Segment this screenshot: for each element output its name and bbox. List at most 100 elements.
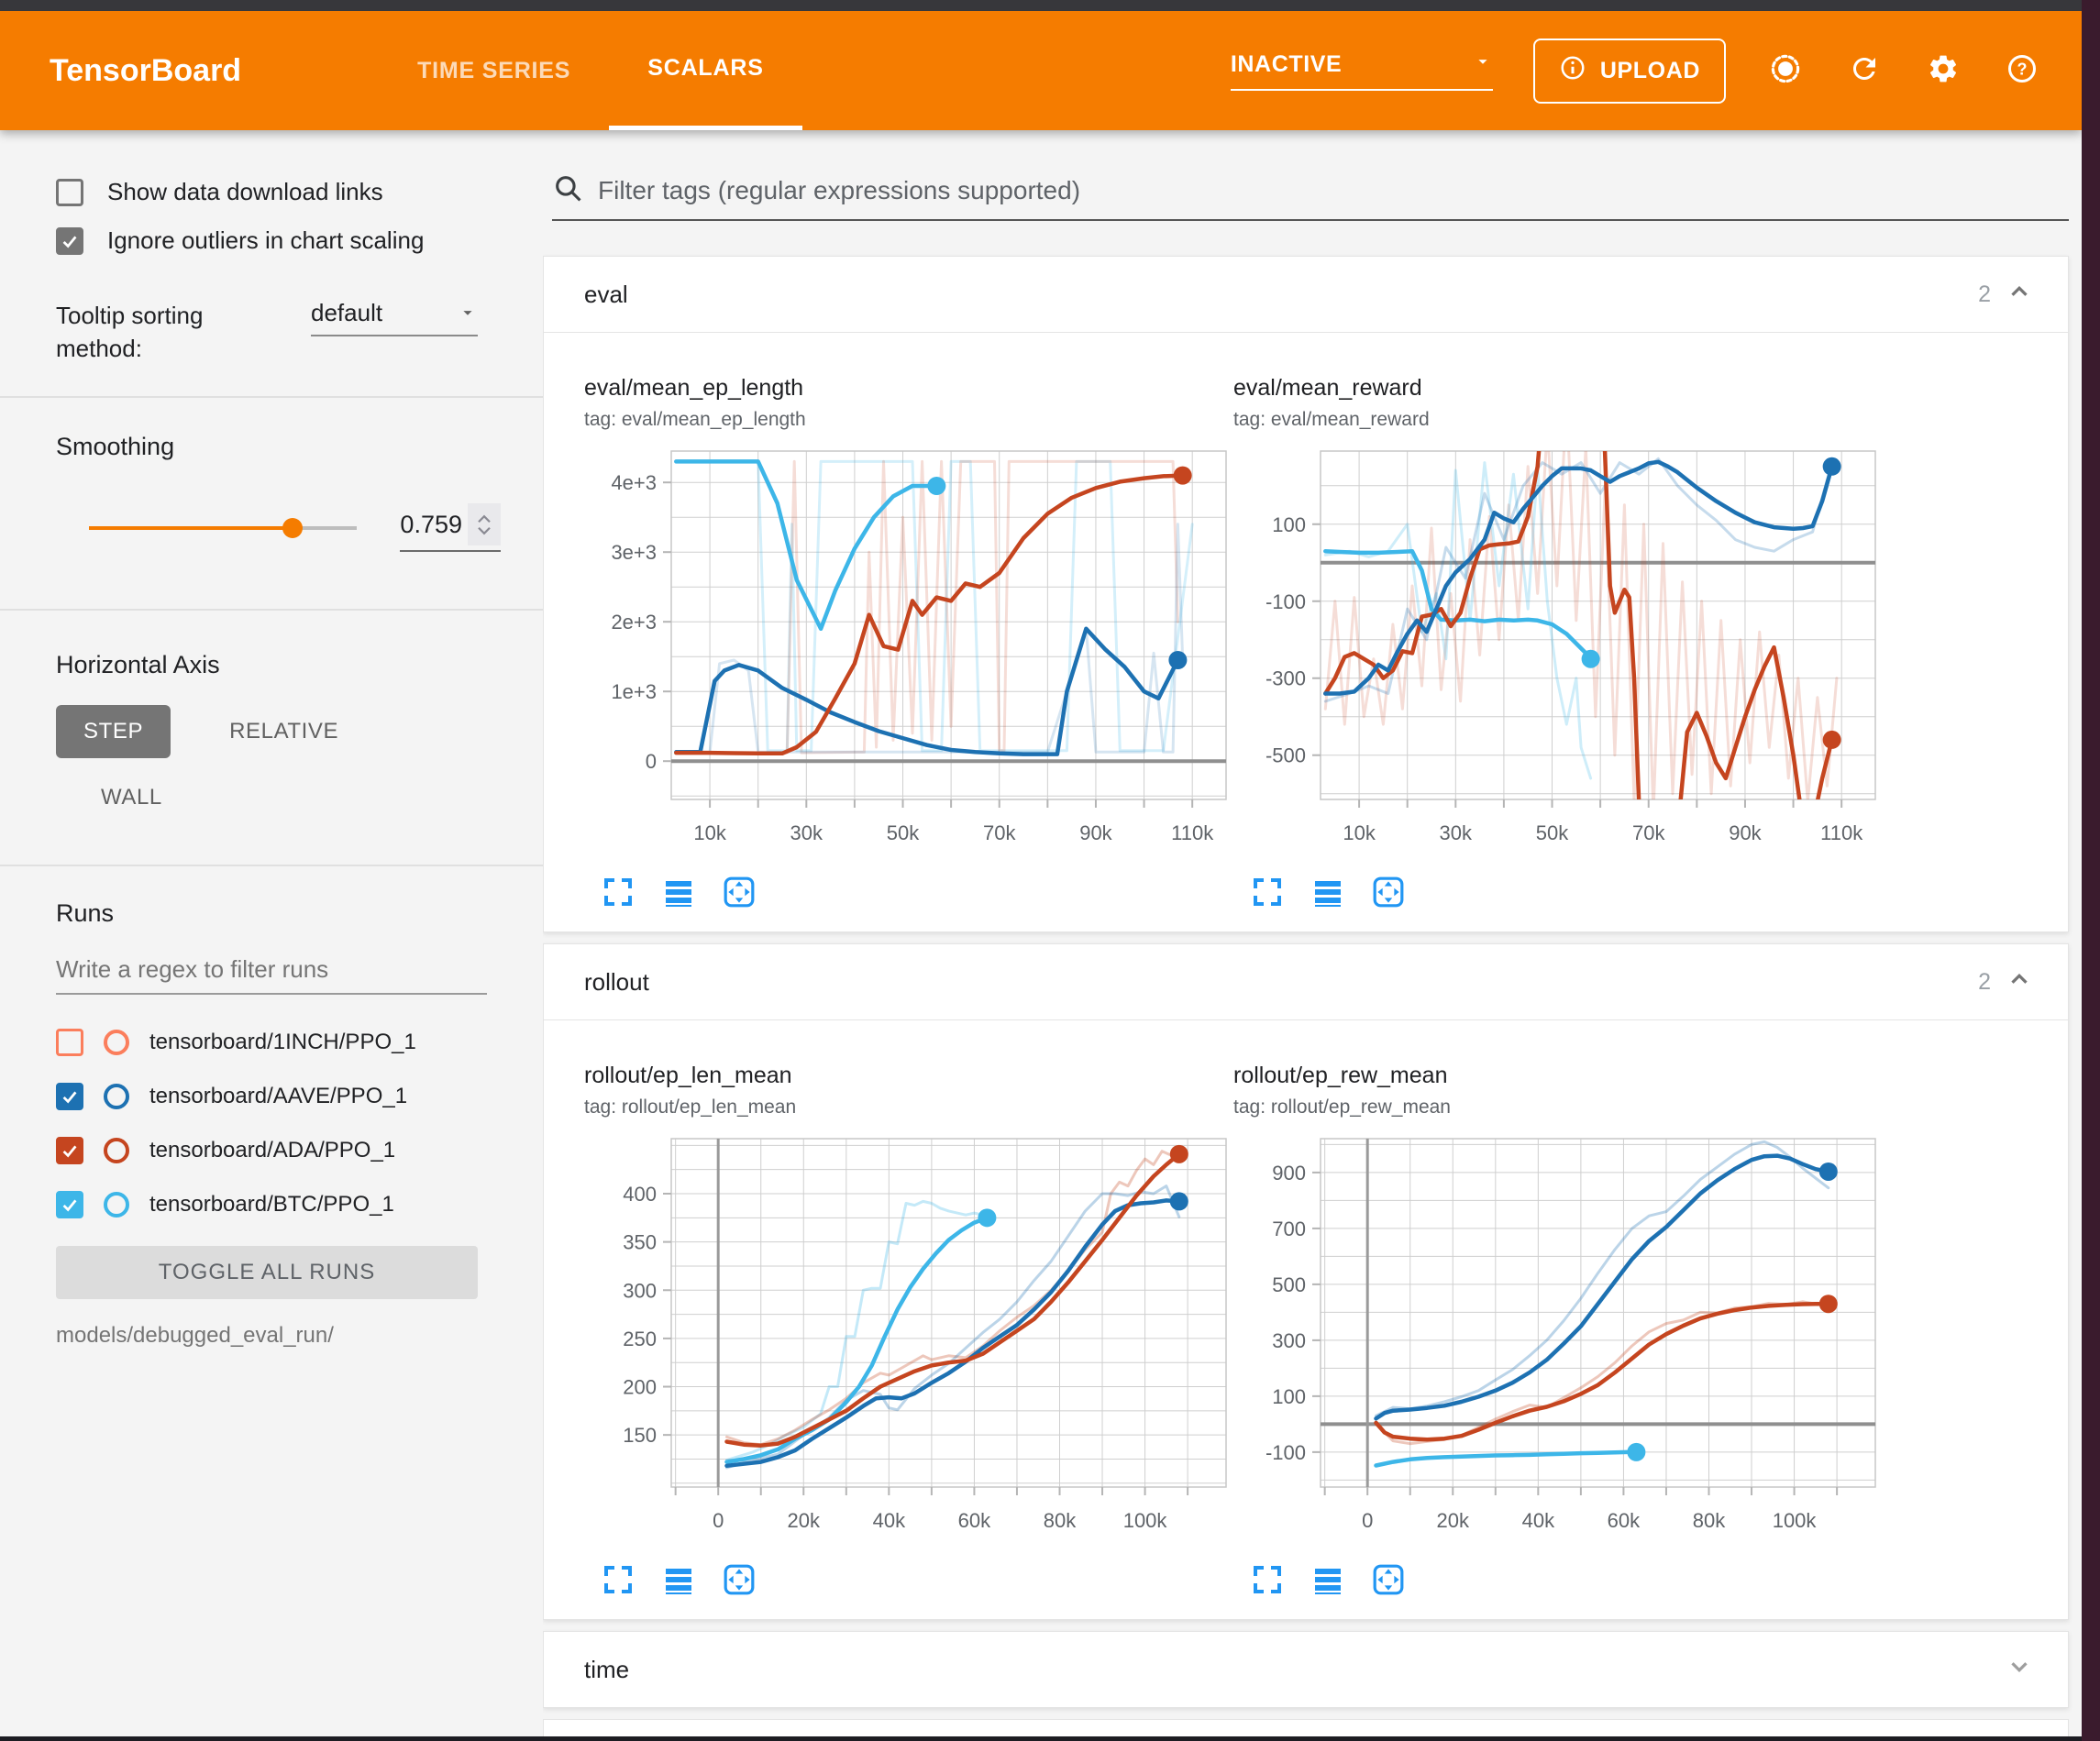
axis-step-button[interactable]: STEP bbox=[56, 705, 171, 758]
full-width-button[interactable] bbox=[661, 875, 696, 909]
runs-filter-input[interactable] bbox=[56, 955, 487, 995]
svg-text:0: 0 bbox=[1362, 1509, 1373, 1532]
chart-title: rollout/ep_len_mean bbox=[584, 1063, 1233, 1089]
svg-text:0: 0 bbox=[646, 750, 657, 773]
svg-text:40k: 40k bbox=[873, 1509, 906, 1532]
chart-rollout-ep-rew-mean: rollout/ep_rew_mean tag: rollout/ep_rew_… bbox=[1233, 1063, 1883, 1597]
smoothing-slider[interactable] bbox=[89, 526, 357, 530]
fit-domain-button[interactable] bbox=[1371, 1562, 1406, 1597]
fit-domain-button[interactable] bbox=[722, 1562, 757, 1597]
tag-filter-input[interactable] bbox=[596, 175, 2069, 206]
expand-card-button[interactable] bbox=[1250, 875, 1285, 909]
full-width-button[interactable] bbox=[1310, 875, 1345, 909]
svg-text:80k: 80k bbox=[1044, 1509, 1077, 1532]
run-checkbox[interactable] bbox=[56, 1083, 83, 1110]
tag-filter-bar bbox=[552, 172, 2069, 221]
chart-plot-area[interactable]: 020k40k60k80k100k150200250300350400 bbox=[584, 1129, 1233, 1560]
svg-text:300: 300 bbox=[1272, 1329, 1306, 1352]
experiment-status-dropdown[interactable]: INACTIVE bbox=[1231, 51, 1493, 91]
run-name: tensorboard/1INCH/PPO_1 bbox=[149, 1030, 416, 1055]
expand-card-button[interactable] bbox=[1250, 1562, 1285, 1597]
help-button[interactable]: ? bbox=[2003, 51, 2041, 90]
sidebar-divider bbox=[0, 396, 543, 398]
run-checkbox[interactable] bbox=[56, 1191, 83, 1218]
chart-toolbar bbox=[584, 1562, 1233, 1597]
section-collapse-control[interactable]: 2 bbox=[1978, 965, 2033, 999]
tab-scalars[interactable]: SCALARS bbox=[609, 11, 801, 130]
svg-text:-500: -500 bbox=[1266, 744, 1306, 767]
section-header-rollout: rollout 2 bbox=[544, 944, 2068, 1020]
tooltip-sorting-label: Tooltip sorting method: bbox=[56, 299, 260, 365]
help-icon: ? bbox=[2006, 52, 2039, 90]
run-row-aave: tensorboard/AAVE/PPO_1 bbox=[56, 1069, 515, 1123]
tooltip-sorting-dropdown[interactable]: default bbox=[311, 299, 478, 336]
smoothing-label: Smoothing bbox=[56, 433, 515, 461]
tab-time-series[interactable]: TIME SERIES bbox=[379, 11, 609, 130]
sidebar-divider bbox=[0, 865, 543, 866]
svg-text:2e+3: 2e+3 bbox=[611, 611, 657, 634]
svg-text:10k: 10k bbox=[693, 821, 726, 844]
run-color-swatch bbox=[104, 1192, 129, 1218]
fit-domain-button[interactable] bbox=[1371, 875, 1406, 909]
section-collapse-control[interactable]: 2 bbox=[1978, 278, 2033, 312]
fit-domain-button[interactable] bbox=[722, 875, 757, 909]
svg-text:200: 200 bbox=[623, 1376, 657, 1399]
settings-button[interactable] bbox=[1924, 51, 1962, 90]
ignore-outliers-label: Ignore outliers in chart scaling bbox=[107, 226, 424, 255]
svg-text:30k: 30k bbox=[1440, 821, 1473, 844]
section-collapse-control[interactable] bbox=[1991, 1653, 2033, 1687]
chart-plot-area[interactable]: 020k40k60k80k100k-100100300500700900 bbox=[1233, 1129, 1883, 1560]
search-icon bbox=[552, 172, 583, 208]
chart-plot-area[interactable]: 10k30k50k70k90k110k01e+32e+33e+34e+3 bbox=[584, 442, 1233, 873]
run-checkbox[interactable] bbox=[56, 1137, 83, 1164]
section-card-rollout: rollout 2 rollout/ep_len_mean tag: rollo… bbox=[543, 943, 2069, 1620]
chevron-up-icon bbox=[2006, 278, 2033, 312]
svg-text:-100: -100 bbox=[1266, 1441, 1306, 1464]
settings-sidebar: Show data download links Ignore outliers… bbox=[0, 130, 543, 1736]
section-header-eval: eval 2 bbox=[544, 257, 2068, 333]
window-bottom-edge bbox=[0, 1736, 2100, 1741]
upload-button[interactable]: UPLOAD bbox=[1533, 39, 1726, 104]
svg-text:30k: 30k bbox=[790, 821, 823, 844]
info-icon bbox=[1559, 54, 1586, 88]
chevron-up-icon bbox=[2006, 965, 2033, 999]
refresh-icon bbox=[1848, 52, 1881, 90]
run-color-swatch bbox=[104, 1138, 129, 1163]
sidebar-divider bbox=[0, 609, 543, 611]
chart-eval-mean-reward: eval/mean_reward tag: eval/mean_reward 1… bbox=[1233, 375, 1883, 909]
upload-label: UPLOAD bbox=[1600, 58, 1700, 84]
svg-text:80k: 80k bbox=[1693, 1509, 1726, 1532]
svg-text:40k: 40k bbox=[1522, 1509, 1555, 1532]
section-title: time bbox=[584, 1656, 629, 1684]
brightness-toggle-button[interactable] bbox=[1766, 51, 1805, 90]
toggle-all-runs-button[interactable]: TOGGLE ALL RUNS bbox=[56, 1246, 478, 1299]
run-row-1inch: tensorboard/1INCH/PPO_1 bbox=[56, 1015, 515, 1069]
caret-down-icon bbox=[1473, 51, 1493, 78]
axis-relative-button[interactable]: RELATIVE bbox=[202, 705, 366, 758]
show-download-links-checkbox[interactable] bbox=[56, 179, 83, 206]
smoothing-slider-knob[interactable] bbox=[282, 518, 303, 538]
svg-text:70k: 70k bbox=[983, 821, 1016, 844]
section-card-eval: eval 2 eval/mean_ep_length tag: eval/mea… bbox=[543, 256, 2069, 932]
expand-card-button[interactable] bbox=[601, 875, 636, 909]
svg-text:10k: 10k bbox=[1343, 821, 1376, 844]
section-header-time: time bbox=[544, 1632, 2068, 1707]
full-width-button[interactable] bbox=[661, 1562, 696, 1597]
run-checkbox[interactable] bbox=[56, 1029, 83, 1056]
svg-text:350: 350 bbox=[623, 1231, 657, 1254]
app-title: TensorBoard bbox=[50, 53, 241, 89]
smoothing-stepper[interactable] bbox=[468, 503, 501, 545]
chart-tag: tag: eval/mean_reward bbox=[1233, 409, 1883, 431]
svg-text:0: 0 bbox=[713, 1509, 724, 1532]
axis-wall-button[interactable]: WALL bbox=[73, 771, 190, 824]
full-width-button[interactable] bbox=[1310, 1562, 1345, 1597]
section-title: rollout bbox=[584, 968, 649, 997]
run-color-swatch bbox=[104, 1084, 129, 1109]
svg-text:900: 900 bbox=[1272, 1162, 1306, 1185]
refresh-button[interactable] bbox=[1845, 51, 1884, 90]
ignore-outliers-checkbox[interactable] bbox=[56, 227, 83, 255]
expand-card-button[interactable] bbox=[601, 1562, 636, 1597]
chart-plot-area[interactable]: 10k30k50k70k90k110k100-100-300-500 bbox=[1233, 442, 1883, 873]
smoothing-value-field[interactable]: 0.759 bbox=[400, 503, 501, 552]
svg-text:20k: 20k bbox=[1437, 1509, 1470, 1532]
